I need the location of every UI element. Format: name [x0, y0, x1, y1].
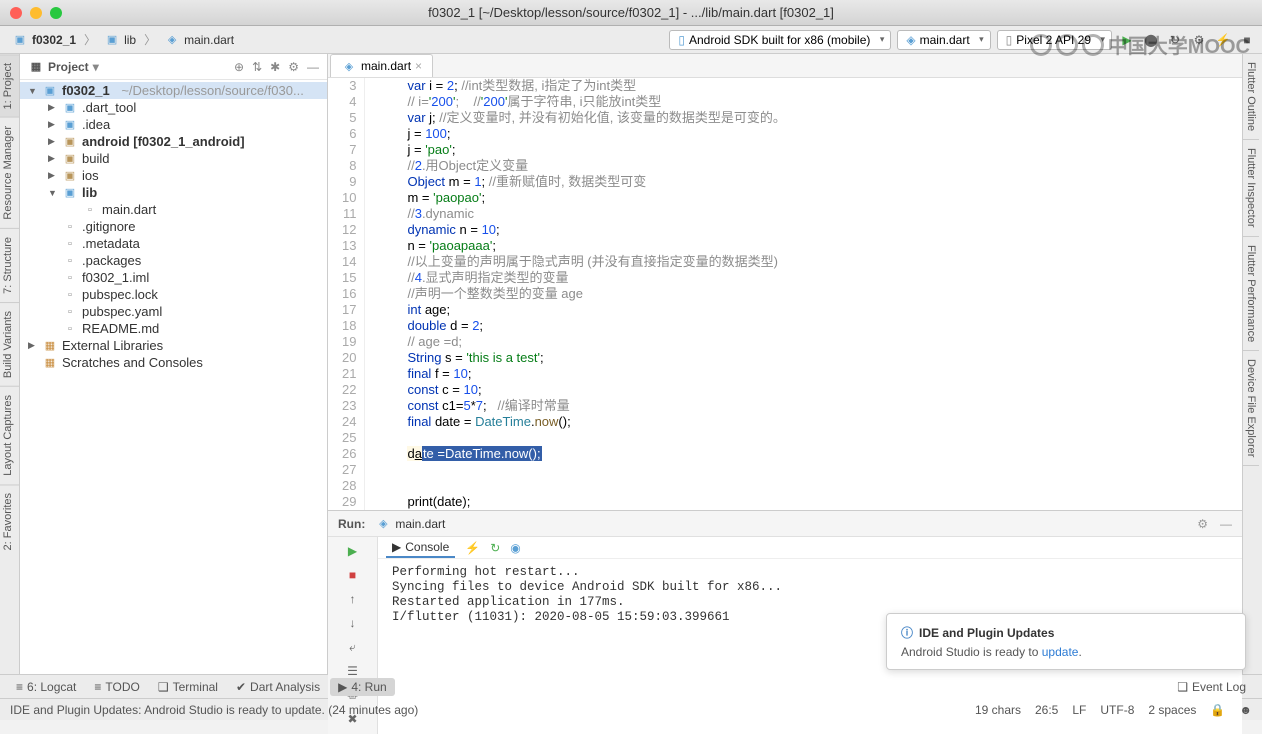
- project-tree[interactable]: ▼▣ f0302_1 ~/Desktop/lesson/source/f030.…: [20, 80, 327, 674]
- pin-icon[interactable]: ↑: [341, 589, 365, 609]
- tree-root[interactable]: ▼▣ f0302_1 ~/Desktop/lesson/source/f030.…: [20, 82, 327, 99]
- project-sidebar: ▦Project ▾ ⊕ ⇅ ✱ ⚙ — ▼▣ f0302_1 ~/Deskto…: [20, 54, 328, 674]
- tab-terminal[interactable]: ❑ Terminal: [150, 678, 226, 696]
- info-icon: ⓘ: [901, 624, 913, 641]
- titlebar: f0302_1 [~/Desktop/lesson/source/f0302_1…: [0, 0, 1262, 26]
- tab-logcat[interactable]: ≡ 6: Logcat: [8, 678, 84, 696]
- gutter-flutter-outline[interactable]: Flutter Outline: [1243, 54, 1259, 140]
- run-config[interactable]: ◈main.dart: [375, 517, 445, 531]
- chevron-right-icon: 〉: [144, 31, 156, 48]
- editor-tab[interactable]: ◈ main.dart ×: [330, 54, 433, 77]
- tree-scratches[interactable]: ▦Scratches and Consoles: [20, 354, 327, 371]
- gutter-flutter-performance[interactable]: Flutter Performance: [1243, 237, 1259, 351]
- tree-item[interactable]: ▶▣.dart_tool: [20, 99, 327, 116]
- minimize-window-icon[interactable]: [30, 7, 42, 19]
- close-window-icon[interactable]: [10, 7, 22, 19]
- gear-icon[interactable]: ⚙: [288, 60, 299, 74]
- tree-item[interactable]: ▫.gitignore: [20, 218, 327, 235]
- restart-icon[interactable]: ↻: [490, 541, 500, 555]
- tree-item[interactable]: ▫pubspec.yaml: [20, 303, 327, 320]
- wrap-icon[interactable]: ⤶: [341, 637, 365, 657]
- gutter-tab-project[interactable]: 1: Project: [0, 54, 19, 117]
- device-selector[interactable]: ▯Android SDK built for x86 (mobile): [669, 30, 891, 50]
- gutter-flutter-inspector[interactable]: Flutter Inspector: [1243, 140, 1259, 236]
- chevron-right-icon: 〉: [84, 31, 96, 48]
- breadcrumb-root[interactable]: ▣f0302_1: [6, 31, 82, 49]
- rerun-icon[interactable]: ▶: [341, 541, 365, 561]
- collapse-icon[interactable]: ✱: [270, 60, 280, 74]
- gutter-tab-structure[interactable]: 7: Structure: [0, 228, 19, 302]
- run-config-selector[interactable]: ◈main.dart: [897, 30, 990, 50]
- gutter-device-explorer[interactable]: Device File Explorer: [1243, 351, 1259, 466]
- code-editor[interactable]: 3456789101112131415161718192021222324252…: [328, 78, 1242, 510]
- update-link[interactable]: update: [1042, 645, 1079, 659]
- breadcrumb-file[interactable]: ◈main.dart: [158, 31, 240, 49]
- breadcrumb-folder[interactable]: ▣lib: [98, 31, 142, 49]
- tree-item[interactable]: ▫README.md: [20, 320, 327, 337]
- gutter-tab-resource[interactable]: Resource Manager: [0, 117, 19, 228]
- target-icon[interactable]: ⊕: [234, 60, 244, 74]
- console-tab[interactable]: ▶Console: [386, 538, 455, 558]
- sort-icon[interactable]: ⇅: [252, 60, 262, 74]
- open-devtools-icon[interactable]: ◉: [510, 541, 520, 555]
- down-icon[interactable]: ↓: [341, 613, 365, 633]
- tab-dart-analysis[interactable]: ✔ Dart Analysis: [228, 678, 328, 696]
- tree-item[interactable]: ▶▣build: [20, 150, 327, 167]
- tree-item[interactable]: ▫.packages: [20, 252, 327, 269]
- hide-icon[interactable]: —: [307, 60, 319, 74]
- tree-item[interactable]: ▶▣.idea: [20, 116, 327, 133]
- gutter-tab-favorites[interactable]: 2: Favorites: [0, 484, 19, 558]
- status-message: IDE and Plugin Updates: Android Studio i…: [10, 703, 418, 717]
- lightning-icon[interactable]: ⚡: [465, 541, 480, 555]
- left-tool-gutter: 1: Project Resource Manager 7: Structure…: [0, 54, 20, 674]
- tree-item[interactable]: ▫main.dart: [20, 201, 327, 218]
- close-icon[interactable]: ×: [415, 59, 422, 73]
- run-panel: Run: ◈main.dart ⚙ — ▶ ■ ↑ ↓ ⤶ ☰: [328, 510, 1242, 734]
- watermark: 中国大学MOOC: [1030, 30, 1250, 59]
- run-label: Run:: [338, 517, 365, 531]
- hide-icon[interactable]: —: [1220, 517, 1232, 531]
- tree-item[interactable]: ▫pubspec.lock: [20, 286, 327, 303]
- tree-item[interactable]: ▼▣lib: [20, 184, 327, 201]
- tree-item[interactable]: ▶▣android [f0302_1_android]: [20, 133, 327, 150]
- window-title: f0302_1 [~/Desktop/lesson/source/f0302_1…: [428, 5, 834, 20]
- tree-item[interactable]: ▫.metadata: [20, 235, 327, 252]
- update-notification[interactable]: ⓘIDE and Plugin Updates Android Studio i…: [886, 613, 1246, 670]
- gutter-tab-build[interactable]: Build Variants: [0, 302, 19, 386]
- sidebar-title[interactable]: Project: [48, 60, 89, 74]
- tab-todo[interactable]: ≡ TODO: [86, 678, 147, 696]
- stop-icon[interactable]: ■: [341, 565, 365, 585]
- tree-item[interactable]: ▶▣ios: [20, 167, 327, 184]
- right-tool-gutter: Flutter Outline Flutter Inspector Flutte…: [1242, 54, 1262, 674]
- tree-external-libs[interactable]: ▶▦External Libraries: [20, 337, 327, 354]
- gear-icon[interactable]: ⚙: [1197, 517, 1208, 531]
- gutter-tab-captures[interactable]: Layout Captures: [0, 386, 19, 484]
- tree-item[interactable]: ▫f0302_1.iml: [20, 269, 327, 286]
- maximize-window-icon[interactable]: [50, 7, 62, 19]
